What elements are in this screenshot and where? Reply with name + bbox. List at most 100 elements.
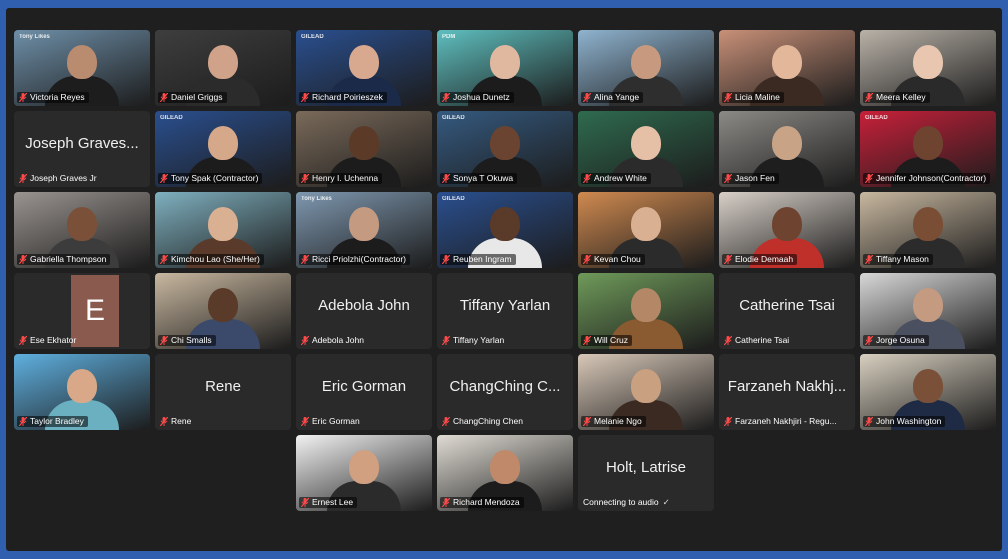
participant-face	[208, 288, 238, 323]
participant-tile[interactable]: GILEAD Sonya T Okuwa	[437, 111, 573, 187]
participant-tile[interactable]: PDM Joshua Dunetz	[437, 30, 573, 106]
participant-tile[interactable]: GILEAD Tony Spak (Contractor)	[155, 111, 291, 187]
participant-face	[772, 45, 802, 80]
participant-name: Tiffany Yarlan	[453, 335, 505, 345]
participant-tile[interactable]: Jason Fen	[719, 111, 855, 187]
name-caption: Ricci Priolzhi(Contractor)	[299, 254, 410, 265]
participant-tile[interactable]: Jorge Osuna	[860, 273, 996, 349]
name-caption: Richard Poirieszek	[299, 92, 387, 103]
background-logo: GILEAD	[160, 115, 183, 121]
name-caption: Richard Mendoza	[440, 497, 524, 508]
mic-muted-icon	[300, 254, 310, 265]
participant-tile[interactable]: Will Cruz	[578, 273, 714, 349]
participant-name: Ernest Lee	[312, 497, 354, 507]
participant-display-name: Holt, Latrise	[605, 459, 687, 476]
mic-muted-icon	[723, 416, 733, 427]
participant-tile[interactable]: Melanie Ngo	[578, 354, 714, 430]
participant-tile[interactable]: Ernest Lee	[296, 435, 432, 511]
participant-display-name: Adebola John	[318, 297, 410, 314]
participant-tile[interactable]: GILEAD Jennifer Johnson(Contractor)	[860, 111, 996, 187]
background-logo: Tony Likes	[19, 34, 50, 40]
participant-name: Henry I. Uchenna	[312, 173, 379, 183]
name-caption: Licia Maline	[722, 92, 784, 103]
mic-muted-icon	[864, 254, 874, 265]
participant-tile[interactable]: Catherine Tsai Catherine Tsai	[719, 273, 855, 349]
participant-name: Elodie Demaah	[735, 254, 794, 264]
participant-tile[interactable]: GILEAD Richard Poirieszek	[296, 30, 432, 106]
participant-display-name: Farzaneh Nakhj...	[727, 378, 847, 395]
participant-tile[interactable]: Meera Kelley	[860, 30, 996, 106]
mic-muted-icon	[723, 254, 733, 265]
participant-tile[interactable]: Kevan Chou	[578, 192, 714, 268]
participant-tile[interactable]: John Washington	[860, 354, 996, 430]
participant-tile[interactable]: Adebola John Adebola John	[296, 273, 432, 349]
participant-tile[interactable]: Daniel Griggs	[155, 30, 291, 106]
participant-tile[interactable]: Rene Rene	[155, 354, 291, 430]
mic-muted-icon	[18, 173, 28, 184]
name-caption: Elodie Demaah	[722, 254, 798, 265]
participant-face	[913, 207, 943, 242]
participant-name: Jason Fen	[735, 173, 775, 183]
participant-tile[interactable]: Andrew White	[578, 111, 714, 187]
participant-tile[interactable]: Chi Smalls	[155, 273, 291, 349]
participant-tile[interactable]: Elodie Demaah	[719, 192, 855, 268]
check-icon: ✓	[662, 497, 670, 507]
participant-tile[interactable]: Alina Yange	[578, 30, 714, 106]
name-caption: Farzaneh Nakhjiri - Regu...	[722, 416, 841, 427]
participant-tile[interactable]: Richard Mendoza	[437, 435, 573, 511]
participant-tile[interactable]: Tiffany Yarlan Tiffany Yarlan	[437, 273, 573, 349]
name-caption: Kevan Chou	[581, 254, 645, 265]
mic-muted-icon	[300, 92, 310, 103]
mic-muted-icon	[864, 335, 874, 346]
name-caption: Joseph Graves Jr	[17, 173, 101, 184]
participant-name: Kevan Chou	[594, 254, 641, 264]
participant-tile[interactable]: ChangChing C... ChangChing Chen	[437, 354, 573, 430]
participant-tile[interactable]: Tony Likes Victoria Reyes	[14, 30, 150, 106]
participant-face	[349, 450, 379, 485]
background-logo: GILEAD	[865, 115, 888, 121]
participant-tile[interactable]: GILEAD Reuben Ingram	[437, 192, 573, 268]
mic-muted-icon	[159, 416, 169, 427]
participant-name: Ese Ekhator	[30, 335, 77, 345]
participant-face	[913, 126, 943, 161]
participant-tile[interactable]: Holt, Latrise Connecting to audio ✓	[578, 435, 714, 511]
participant-name: Catherine Tsai	[735, 335, 790, 345]
participant-name: John Washington	[876, 416, 942, 426]
name-caption: Gabriella Thompson	[17, 254, 111, 265]
mic-muted-icon	[582, 254, 592, 265]
participant-face	[490, 45, 520, 80]
participant-tile[interactable]: Tony Likes Ricci Priolzhi(Contractor)	[296, 192, 432, 268]
mic-muted-icon	[441, 335, 451, 346]
participant-tile[interactable]: Gabriella Thompson	[14, 192, 150, 268]
name-caption: Tiffany Mason	[863, 254, 933, 265]
participant-tile[interactable]: Henry I. Uchenna	[296, 111, 432, 187]
participant-name: Connecting to audio	[583, 497, 659, 507]
name-caption: ChangChing Chen	[440, 416, 527, 427]
participant-tile[interactable]: Tiffany Mason	[860, 192, 996, 268]
participant-face	[67, 207, 97, 242]
mic-muted-icon	[582, 416, 592, 427]
mic-muted-icon	[864, 92, 874, 103]
participant-tile[interactable]: Licia Maline	[719, 30, 855, 106]
participant-name: Melanie Ngo	[594, 416, 642, 426]
background-logo: PDM	[442, 34, 456, 40]
participant-tile[interactable]: Joseph Graves... Joseph Graves Jr	[14, 111, 150, 187]
participant-tile[interactable]: Eric Gorman Eric Gorman	[296, 354, 432, 430]
mic-muted-icon	[723, 335, 733, 346]
mic-muted-icon	[582, 92, 592, 103]
participant-name: Adebola John	[312, 335, 364, 345]
participant-name: Meera Kelley	[876, 92, 926, 102]
name-caption: Ernest Lee	[299, 497, 358, 508]
participant-name: Farzaneh Nakhjiri - Regu...	[735, 416, 837, 426]
participant-face	[349, 207, 379, 242]
mic-muted-icon	[159, 92, 169, 103]
participant-face	[349, 45, 379, 80]
participant-display-name: Eric Gorman	[321, 378, 407, 395]
mic-muted-icon	[441, 497, 451, 508]
participant-face	[772, 207, 802, 242]
participant-tile[interactable]: Farzaneh Nakhj... Farzaneh Nakhjiri - Reg…	[719, 354, 855, 430]
participant-tile[interactable]: E Ese Ekhator	[14, 273, 150, 349]
participant-tile[interactable]: Taylor Bradley	[14, 354, 150, 430]
participant-tile[interactable]: Kimchou Lao (She/Her)	[155, 192, 291, 268]
mic-muted-icon	[300, 335, 310, 346]
